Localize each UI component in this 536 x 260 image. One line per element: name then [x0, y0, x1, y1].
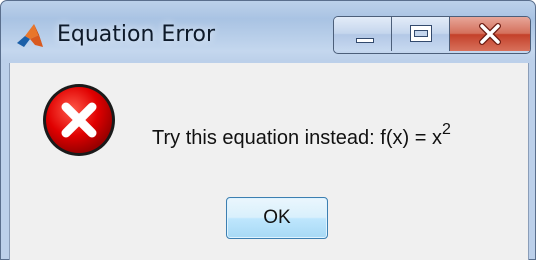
message-text: Try this equation instead: f(x) = x — [152, 127, 442, 149]
maximize-icon — [410, 25, 432, 42]
minimize-button[interactable] — [334, 17, 392, 51]
caption-buttons — [333, 16, 531, 54]
close-button[interactable] — [450, 17, 530, 51]
equation-error-dialog: Equation Error Try this equation instead… — [0, 0, 536, 260]
ok-button[interactable]: OK — [226, 197, 328, 239]
minimize-icon — [356, 38, 374, 43]
title-bar[interactable]: Equation Error — [1, 1, 536, 63]
matlab-logo-icon — [15, 21, 45, 51]
error-icon — [40, 81, 118, 159]
dialog-message: Try this equation instead: f(x) = x2 — [152, 122, 451, 150]
message-exponent: 2 — [441, 121, 451, 139]
close-icon — [476, 21, 504, 47]
maximize-button[interactable] — [392, 17, 450, 51]
dialog-body: Try this equation instead: f(x) = x2 OK — [9, 63, 529, 260]
window-title: Equation Error — [57, 22, 216, 47]
